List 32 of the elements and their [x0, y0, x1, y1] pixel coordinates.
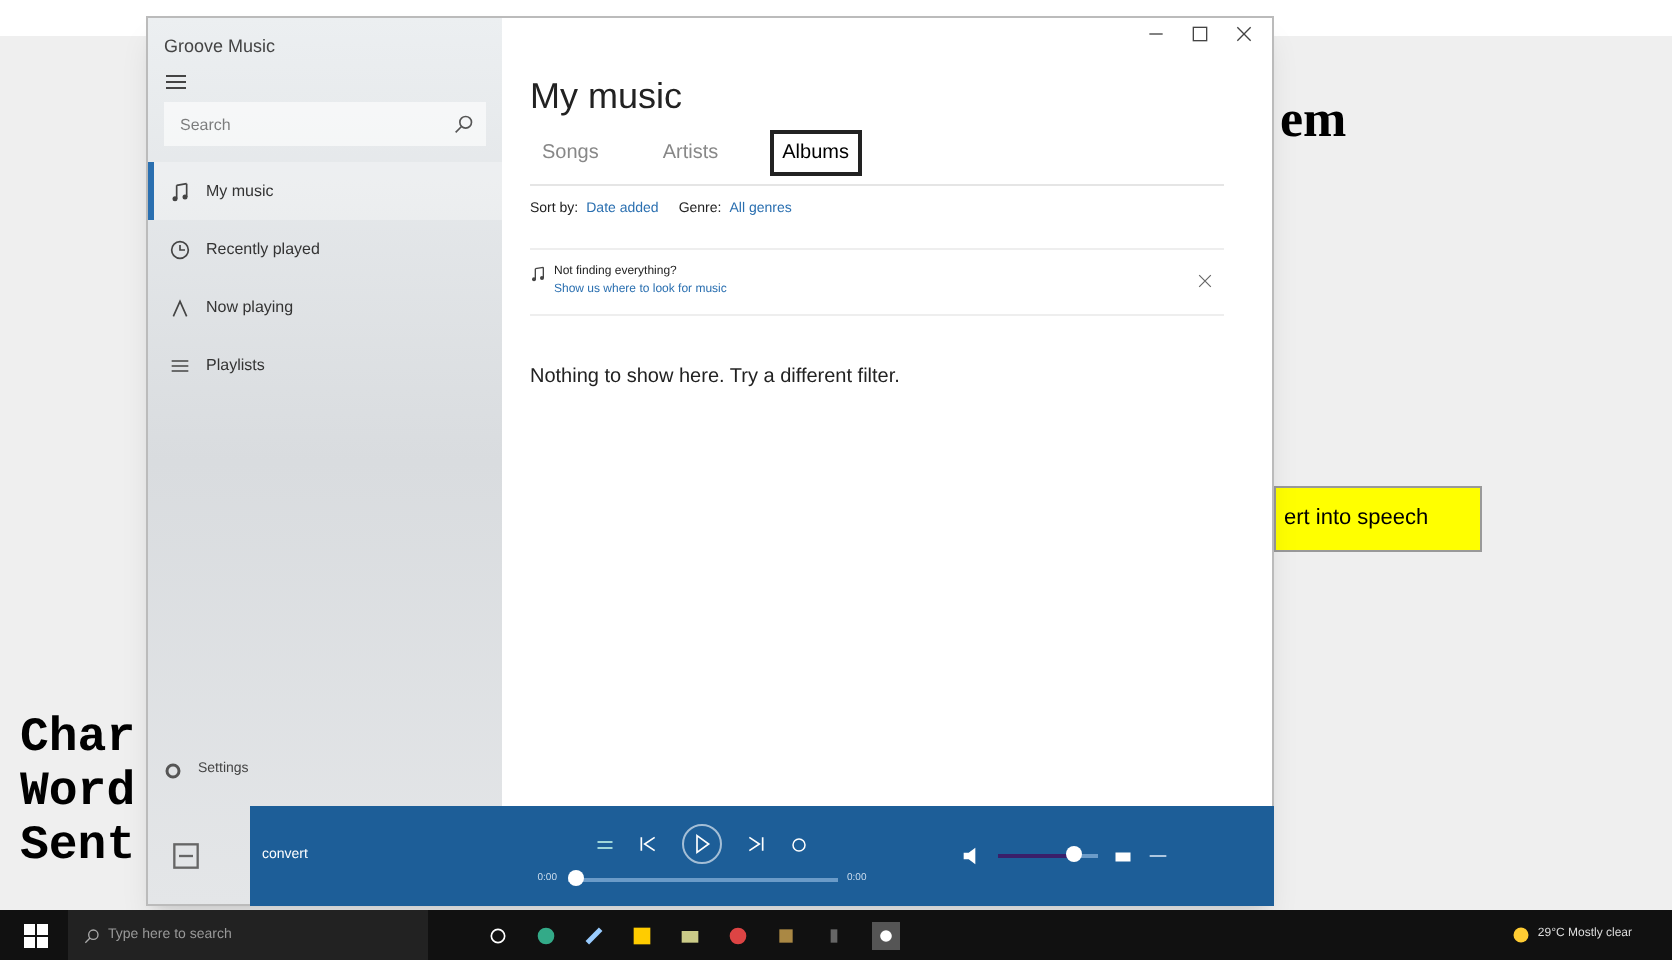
label-text: Sent: [20, 820, 136, 874]
label-text: Word: [20, 766, 136, 820]
windows-logo-icon: [24, 923, 48, 947]
maximize-icon: [1192, 26, 1208, 42]
speech-button[interactable]: ert into speech: [1274, 486, 1482, 552]
heading-text: em: [1280, 88, 1347, 152]
tab[interactable]: Songs: [530, 130, 611, 176]
close-icon: [1198, 274, 1212, 288]
clock-icon: [170, 239, 190, 259]
window-title: Groove Music: [162, 34, 278, 60]
page-title: My music: [530, 74, 684, 120]
play-button[interactable]: [682, 824, 722, 865]
play-icon: [692, 834, 712, 855]
progress-thumb[interactable]: [567, 870, 583, 886]
next-icon: [746, 834, 766, 855]
sidebar-item[interactable]: My music: [148, 162, 502, 220]
sidebar-item[interactable]: Now playing: [148, 278, 502, 336]
previous-icon: [638, 834, 658, 855]
music-note-icon: [530, 265, 546, 281]
music-icon: [170, 181, 190, 201]
search-icon: [454, 114, 474, 134]
sidebar-item[interactable]: Recently played: [148, 220, 502, 278]
close-icon: [1236, 26, 1252, 42]
tab[interactable]: Artists: [650, 130, 731, 176]
empty-message: Nothing to show here. Try a different filter.: [530, 363, 902, 391]
tab[interactable]: Albums: [770, 130, 861, 176]
menu-icon: [164, 70, 188, 94]
volume-thumb[interactable]: [1065, 846, 1082, 862]
label-text: Char: [20, 712, 136, 766]
list-icon: [170, 355, 190, 375]
search-icon: [84, 927, 100, 943]
sidebar-item[interactable]: Playlists: [148, 336, 502, 394]
